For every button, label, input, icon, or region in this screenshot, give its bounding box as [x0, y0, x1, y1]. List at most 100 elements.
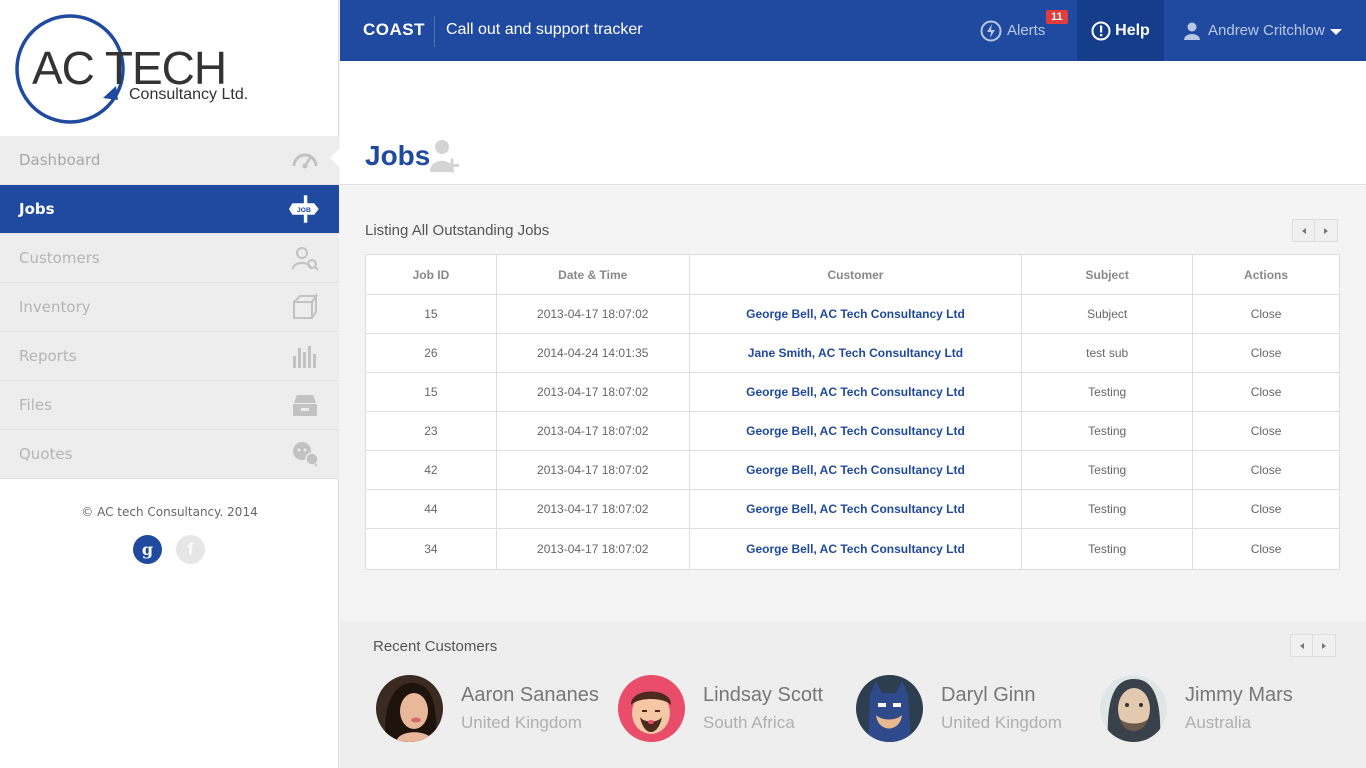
- alerts-count-badge: 11: [1046, 10, 1068, 24]
- avatar[interactable]: [376, 674, 443, 742]
- user-icon: [1184, 22, 1200, 40]
- close-action[interactable]: Close: [1192, 294, 1340, 334]
- sidebar-item-customers[interactable]: Customers: [0, 234, 339, 283]
- chevron-down-icon: [1329, 29, 1342, 35]
- customer-link[interactable]: Jane Smith, AC Tech Consultancy Ltd: [688, 333, 1023, 373]
- user-name: Andrew Critchlow: [1208, 22, 1325, 39]
- jobs-prev-button[interactable]: [1292, 219, 1315, 242]
- customer-name: Aaron Sananes: [461, 683, 599, 706]
- date-cell: 2013-04-17 18:07:02: [495, 372, 690, 412]
- avatar[interactable]: [1100, 674, 1167, 742]
- help-button[interactable]: Help: [1077, 0, 1164, 61]
- close-action[interactable]: Close: [1192, 450, 1340, 490]
- subject-cell: Testing: [1021, 450, 1194, 490]
- sidebar-item-label: Reports: [19, 347, 77, 365]
- customer-card[interactable]: Jimmy Mars Australia: [1100, 674, 1293, 742]
- table-row[interactable]: 42 2013-04-17 18:07:02 George Bell, AC T…: [365, 450, 1340, 490]
- sidebar-item-label: Customers: [19, 249, 100, 267]
- customer-location: United Kingdom: [461, 712, 582, 732]
- subject-cell: Subject: [1021, 294, 1194, 334]
- facebook-icon[interactable]: f: [176, 535, 205, 564]
- job-id-cell: 15: [365, 372, 497, 412]
- customer-link[interactable]: George Bell, AC Tech Consultancy Ltd: [688, 294, 1023, 334]
- add-user-icon[interactable]: [429, 138, 461, 174]
- table-row[interactable]: 26 2014-04-24 14:01:35 Jane Smith, AC Te…: [365, 333, 1340, 373]
- date-cell: 2013-04-17 18:07:02: [495, 450, 690, 490]
- close-action[interactable]: Close: [1192, 372, 1340, 412]
- sidebar-item-inventory[interactable]: Inventory: [0, 283, 339, 332]
- job-id-cell: 34: [365, 528, 497, 570]
- lightning-icon: [980, 20, 1002, 41]
- bar-chart-icon: [293, 346, 316, 368]
- sidebar-item-dashboard[interactable]: Dashboard: [0, 136, 339, 185]
- google-plus-icon[interactable]: g: [133, 535, 162, 564]
- job-id-cell: 42: [365, 450, 497, 490]
- close-action[interactable]: Close: [1192, 411, 1340, 451]
- recent-pager: [1290, 634, 1336, 657]
- chevron-right-icon: [1324, 227, 1328, 234]
- sidebar-item-quotes[interactable]: Quotes: [0, 430, 339, 479]
- jobs-next-button[interactable]: [1315, 219, 1338, 242]
- sidebar-item-jobs[interactable]: Jobs JOB: [0, 185, 339, 234]
- date-cell: 2013-04-17 18:07:02: [495, 411, 690, 451]
- date-cell: 2014-04-24 14:01:35: [495, 333, 690, 373]
- column-header-job-id[interactable]: Job ID: [365, 254, 497, 295]
- customer-link[interactable]: George Bell, AC Tech Consultancy Ltd: [688, 411, 1023, 451]
- jobs-table: Job ID Date & Time Customer Subject Acti…: [365, 254, 1340, 570]
- box-icon: [293, 293, 318, 319]
- table-row[interactable]: 34 2013-04-17 18:07:02 George Bell, AC T…: [365, 528, 1340, 570]
- jobs-section-title: Listing All Outstanding Jobs: [365, 222, 550, 239]
- recent-prev-button[interactable]: [1290, 634, 1313, 657]
- chat-person-icon: [293, 442, 319, 467]
- sidebar: AC TECH Consultancy Ltd. Dashboard Jobs …: [0, 0, 339, 768]
- chevron-right-icon: [1322, 642, 1326, 649]
- avatar[interactable]: [856, 674, 923, 742]
- column-header-customer[interactable]: Customer: [688, 254, 1023, 295]
- customer-link[interactable]: George Bell, AC Tech Consultancy Ltd: [688, 528, 1023, 570]
- recent-customers-title: Recent Customers: [373, 638, 498, 655]
- customer-card[interactable]: Lindsay Scott South Africa: [618, 674, 823, 742]
- customer-info: Lindsay Scott South Africa: [703, 684, 823, 733]
- date-cell: 2013-04-17 18:07:02: [495, 489, 690, 529]
- customer-link[interactable]: George Bell, AC Tech Consultancy Ltd: [688, 372, 1023, 412]
- sidebar-item-files[interactable]: Files: [0, 381, 339, 430]
- sidebar-item-label: Inventory: [19, 298, 91, 316]
- column-header-subject[interactable]: Subject: [1021, 254, 1194, 295]
- customer-card[interactable]: Daryl Ginn United Kingdom: [856, 674, 1062, 742]
- file-drawer-icon: [293, 395, 317, 416]
- table-header-row: Job ID Date & Time Customer Subject Acti…: [365, 254, 1340, 295]
- table-row[interactable]: 44 2013-04-17 18:07:02 George Bell, AC T…: [365, 489, 1340, 529]
- chevron-left-icon: [1301, 227, 1306, 234]
- sidebar-item-reports[interactable]: Reports: [0, 332, 339, 381]
- subject-cell: Testing: [1021, 489, 1194, 529]
- social-links: g f: [133, 535, 205, 564]
- job-id-cell: 15: [365, 294, 497, 334]
- date-cell: 2013-04-17 18:07:02: [495, 528, 690, 570]
- table-row[interactable]: 23 2013-04-17 18:07:02 George Bell, AC T…: [365, 411, 1340, 451]
- job-id-cell: 44: [365, 489, 497, 529]
- close-action[interactable]: Close: [1192, 333, 1340, 373]
- brand-name[interactable]: COAST: [363, 20, 425, 40]
- page-title: Jobs: [365, 140, 431, 171]
- alerts-button[interactable]: Alerts 11: [980, 0, 1068, 61]
- subject-cell: Testing: [1021, 372, 1194, 412]
- column-header-date-time[interactable]: Date & Time: [495, 254, 690, 295]
- customer-link[interactable]: George Bell, AC Tech Consultancy Ltd: [688, 489, 1023, 529]
- customer-search-icon: [292, 247, 319, 271]
- table-row[interactable]: 15 2013-04-17 18:07:02 George Bell, AC T…: [365, 294, 1340, 334]
- avatar[interactable]: [618, 674, 685, 742]
- customer-info: Aaron Sananes United Kingdom: [461, 684, 599, 733]
- company-logo[interactable]: AC TECH Consultancy Ltd.: [0, 0, 339, 136]
- close-action[interactable]: Close: [1192, 489, 1340, 529]
- customer-card[interactable]: Aaron Sananes United Kingdom: [376, 674, 599, 742]
- customer-link[interactable]: George Bell, AC Tech Consultancy Ltd: [688, 450, 1023, 490]
- logo-subtext: Consultancy Ltd.: [129, 86, 249, 103]
- recent-next-button[interactable]: [1313, 634, 1336, 657]
- job-id-cell: 26: [365, 333, 497, 373]
- close-action[interactable]: Close: [1192, 528, 1340, 570]
- table-row[interactable]: 15 2013-04-17 18:07:02 George Bell, AC T…: [365, 372, 1340, 412]
- topbar-divider: [434, 16, 435, 47]
- sidebar-nav: Dashboard Jobs JOB Customers Inventory R…: [0, 136, 339, 479]
- user-menu[interactable]: Andrew Critchlow: [1182, 0, 1342, 61]
- sidebar-item-label: Quotes: [19, 445, 73, 463]
